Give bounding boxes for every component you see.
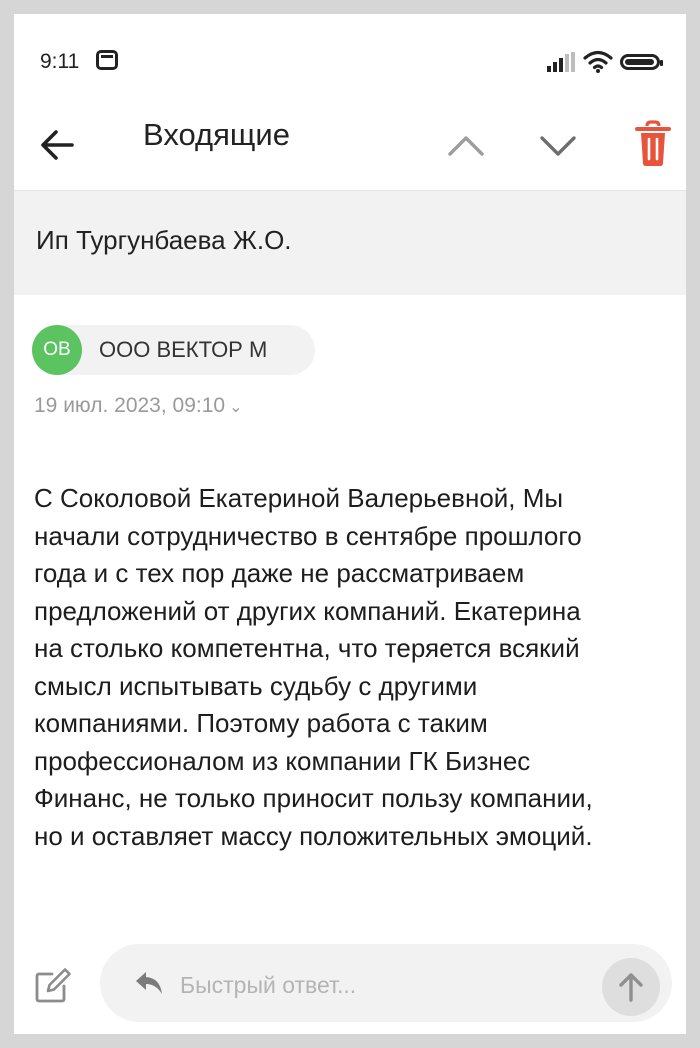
message-date[interactable]: 19 июл. 2023, 09:10 ⌄ (34, 394, 242, 418)
wifi-icon (583, 50, 613, 73)
toolbar (14, 110, 686, 190)
chevron-down-icon[interactable] (536, 124, 580, 168)
status-time: 9:11 (40, 50, 80, 73)
message-body: С Соколовой Екатериной Валерьевной, Мы н… (34, 483, 593, 851)
avatar: ОВ (32, 325, 82, 375)
signal-icon (547, 52, 577, 72)
edit-icon[interactable] (34, 966, 72, 1004)
status-bar: 9:11 (14, 14, 686, 110)
reply-arrow-icon (136, 972, 162, 994)
message-date-text: 19 июл. 2023, 09:10 (34, 394, 226, 417)
sender-name[interactable]: ООО ВЕКТОР М (99, 337, 267, 363)
arrow-left-icon[interactable] (36, 124, 78, 166)
send-arrow-up-icon (619, 973, 643, 1002)
battery-icon (620, 54, 663, 70)
trash-icon[interactable] (633, 120, 673, 168)
page-title: Входящие (143, 117, 290, 152)
message-subject: Ип Тургунбаева Ж.О. (36, 225, 292, 255)
mail-notification-icon (96, 50, 118, 70)
chevron-up-icon[interactable] (444, 124, 488, 168)
chevron-down-icon: ⌄ (229, 399, 243, 416)
send-button[interactable] (602, 958, 660, 1016)
quick-reply-input[interactable] (178, 968, 582, 1002)
email-screen: 9:11 Входящие Ип Тургунбаева Ж.О. ОВ ООО… (14, 14, 686, 1034)
